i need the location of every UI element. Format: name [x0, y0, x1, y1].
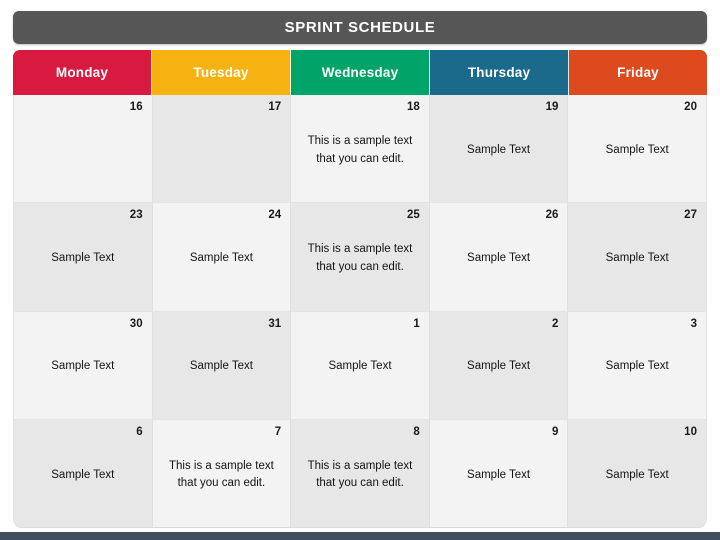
day-cell-text: Sample Text: [51, 360, 115, 373]
day-cell-body: Sample Text: [577, 115, 697, 196]
day-cell-body: Sample Text: [577, 440, 697, 521]
day-cell-body: This is a sample text that you can edit.: [300, 115, 420, 196]
day-cell-text: This is a sample text that you can edit.: [168, 459, 274, 490]
date-number: 16: [129, 101, 143, 113]
day-cell[interactable]: 27 Sample Text: [568, 203, 706, 311]
day-cell[interactable]: 10 Sample Text: [568, 419, 706, 527]
date-number: 31: [268, 317, 282, 330]
weekday-label: Tuesday: [193, 65, 249, 80]
day-cell[interactable]: 31 Sample Text: [152, 311, 292, 419]
slide-root: SPRINT SCHEDULE Monday Tuesday Wednesday…: [0, 0, 720, 540]
date-number: 27: [684, 209, 697, 222]
day-cell[interactable]: 7 This is a sample text that you can edi…: [152, 419, 292, 527]
day-cell[interactable]: 26 Sample Text: [429, 203, 569, 311]
weekday-label: Wednesday: [321, 65, 399, 80]
day-cell[interactable]: 2 Sample Text: [429, 311, 569, 419]
day-cell-body: Sample Text: [23, 332, 143, 413]
date-number: 26: [545, 209, 559, 222]
date-number: 18: [406, 101, 420, 113]
day-cell-body: This is a sample text that you can edit.: [300, 223, 420, 304]
day-cell-body: Sample Text: [23, 440, 143, 521]
day-cell-body: Sample Text: [439, 440, 559, 521]
day-cell[interactable]: 9 Sample Text: [429, 419, 569, 527]
day-cell-body: Sample Text: [300, 332, 420, 413]
weekday-header-monday[interactable]: Monday: [13, 50, 152, 95]
day-cell[interactable]: 24 Sample Text: [152, 203, 292, 311]
day-cell-body: Sample Text: [162, 332, 282, 413]
weekday-header-wednesday[interactable]: Wednesday: [291, 50, 430, 95]
date-number: 17: [268, 101, 282, 113]
day-cell-text: Sample Text: [605, 360, 669, 373]
day-cell[interactable]: 17: [152, 95, 292, 203]
day-cell[interactable]: 18 This is a sample text that you can ed…: [291, 95, 430, 203]
day-cell[interactable]: 20 Sample Text: [568, 95, 706, 203]
weekday-header-thursday[interactable]: Thursday: [430, 50, 569, 95]
day-cell-body: Sample Text: [577, 332, 697, 413]
date-number: 7: [274, 425, 282, 438]
day-cell-text: Sample Text: [605, 252, 669, 265]
date-number: 6: [136, 425, 143, 438]
day-cell[interactable]: 25 This is a sample text that you can ed…: [291, 203, 430, 311]
page-title: SPRINT SCHEDULE: [284, 19, 436, 36]
day-cell-body: [162, 115, 282, 196]
day-cell-body: Sample Text: [162, 223, 282, 304]
date-number: 19: [545, 101, 559, 113]
week-row: 30 Sample Text 31 Sample Text 1 Sample T…: [14, 311, 706, 420]
day-cell-text: Sample Text: [467, 252, 531, 265]
day-cell-text: Sample Text: [605, 143, 669, 156]
week-row: 16 17 18 This is a sample text that you …: [14, 95, 706, 204]
date-number: 20: [684, 101, 697, 113]
weekday-label: Thursday: [467, 65, 531, 80]
weekday-header-row: Monday Tuesday Wednesday Thursday Friday: [13, 50, 707, 95]
week-row: 6 Sample Text 7 This is a sample text th…: [14, 419, 706, 527]
day-cell-text: Sample Text: [189, 252, 253, 265]
day-cell-body: Sample Text: [577, 223, 697, 304]
day-cell-body: Sample Text: [23, 223, 143, 304]
weekday-header-friday[interactable]: Friday: [569, 50, 707, 95]
day-cell-text: This is a sample text that you can edit.: [307, 243, 413, 273]
day-cell-body: [23, 115, 143, 196]
day-cell-text: Sample Text: [51, 468, 115, 481]
day-cell-text: Sample Text: [467, 468, 531, 481]
date-number: 8: [413, 425, 420, 438]
day-cell[interactable]: 23 Sample Text: [14, 203, 153, 311]
day-cell-text: Sample Text: [51, 252, 115, 265]
day-cell[interactable]: 6 Sample Text: [14, 419, 153, 527]
date-number: 2: [551, 317, 559, 330]
date-number: 3: [690, 317, 697, 330]
date-number: 30: [129, 317, 143, 330]
day-cell[interactable]: 3 Sample Text: [568, 311, 706, 419]
weekday-header-tuesday[interactable]: Tuesday: [152, 50, 291, 95]
day-cell[interactable]: 16: [14, 95, 153, 203]
day-cell[interactable]: 8 This is a sample text that you can edi…: [291, 419, 430, 527]
title-bar: SPRINT SCHEDULE: [13, 11, 707, 44]
weekday-label: Monday: [55, 65, 109, 80]
bottom-accent-strip: [0, 532, 720, 540]
day-cell-text: Sample Text: [189, 360, 253, 373]
day-cell-body: This is a sample text that you can edit.: [300, 440, 420, 521]
day-cell-text: This is a sample text that you can edit.: [307, 459, 413, 490]
date-number: 23: [129, 209, 143, 222]
date-number: 9: [551, 425, 559, 438]
weekday-label: Friday: [617, 65, 659, 80]
date-number: 1: [413, 317, 420, 330]
calendar: Monday Tuesday Wednesday Thursday Friday…: [13, 50, 707, 528]
date-number: 24: [268, 209, 282, 222]
date-number: 25: [406, 209, 420, 222]
day-cell-text: Sample Text: [467, 360, 531, 373]
day-cell-text: This is a sample text that you can edit.: [307, 135, 413, 165]
calendar-body: 16 17 18 This is a sample text that you …: [13, 95, 707, 528]
day-cell[interactable]: 19 Sample Text: [429, 95, 569, 203]
day-cell-body: Sample Text: [439, 332, 559, 413]
day-cell-text: Sample Text: [467, 143, 531, 156]
day-cell[interactable]: 30 Sample Text: [14, 311, 153, 419]
day-cell-body: Sample Text: [439, 115, 559, 196]
day-cell-body: Sample Text: [439, 223, 559, 304]
date-number: 10: [684, 425, 697, 438]
day-cell-body: This is a sample text that you can edit.: [162, 440, 282, 521]
day-cell-text: Sample Text: [605, 468, 669, 481]
day-cell[interactable]: 1 Sample Text: [291, 311, 430, 419]
week-row: 23 Sample Text 24 Sample Text 25 This is…: [14, 203, 706, 312]
day-cell-text: Sample Text: [328, 360, 392, 373]
